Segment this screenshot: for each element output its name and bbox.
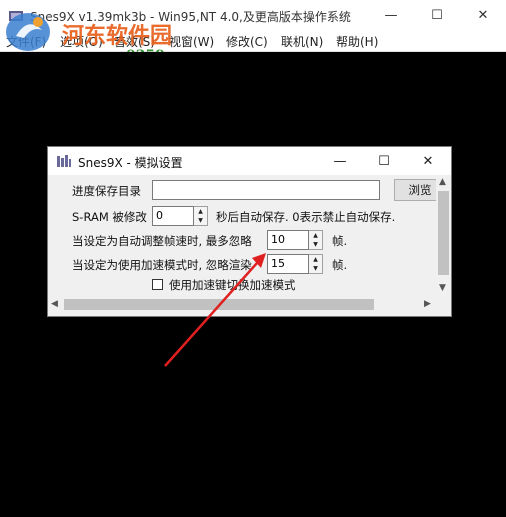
horizontal-scroll-thumb[interactable] — [64, 299, 374, 310]
dialog-app-icon — [57, 155, 71, 167]
spin-down-icon[interactable]: ▼ — [309, 240, 322, 249]
turbo-toggle-label: 使用加速键切换加速模式 — [169, 278, 296, 292]
menu-help[interactable]: 帮助(H) — [336, 33, 378, 50]
maximize-button[interactable]: ☐ — [414, 0, 460, 31]
dialog-minimize-button[interactable]: — — [318, 147, 362, 175]
scroll-left-icon[interactable]: ◀ — [51, 299, 58, 309]
minimize-button[interactable]: — — [368, 0, 414, 31]
turbo-skip-label: 当设定为使用加速模式时, 忽略渲染 — [72, 258, 252, 272]
turbo-skip-spin-buttons[interactable]: ▲ ▼ — [309, 254, 323, 274]
emulation-settings-dialog: Snes9X - 模拟设置 — ☐ ✕ 进度保存目录 浏览 S-RAM 被修改 … — [47, 146, 452, 317]
sram-suffix: 秒后自动保存. 0表示禁止自动保存. — [216, 210, 396, 224]
spin-down-icon[interactable]: ▼ — [309, 264, 322, 273]
vertical-scroll-thumb[interactable] — [438, 191, 449, 275]
spin-down-icon[interactable]: ▼ — [194, 216, 207, 225]
close-button[interactable]: ✕ — [460, 0, 506, 31]
save-dir-label: 进度保存目录 — [72, 184, 141, 198]
sram-seconds-input[interactable]: 0 — [152, 206, 194, 226]
turbo-skip-suffix: 帧. — [332, 258, 348, 272]
turbo-skip-input[interactable]: 15 — [267, 254, 309, 274]
scroll-up-icon[interactable]: ▲ — [439, 177, 446, 187]
horizontal-scrollbar[interactable]: ◀ ▶ — [48, 297, 436, 312]
auto-skip-spin-buttons[interactable]: ▲ ▼ — [309, 230, 323, 250]
dialog-title-bar[interactable]: Snes9X - 模拟设置 — ☐ ✕ — [48, 147, 451, 175]
sram-spin-buttons[interactable]: ▲ ▼ — [194, 206, 208, 226]
scroll-down-icon[interactable]: ▼ — [439, 283, 446, 293]
watermark-logo — [6, 13, 50, 51]
browse-button[interactable]: 浏览 — [394, 179, 436, 201]
dialog-body: 进度保存目录 浏览 S-RAM 被修改 0 ▲ ▼ 秒后自动保存. 0表示禁止自动… — [48, 175, 436, 295]
auto-skip-label: 当设定为自动调整帧速时, 最多忽略 — [72, 234, 252, 248]
spin-up-icon[interactable]: ▲ — [309, 231, 322, 240]
vertical-scrollbar[interactable]: ▲ ▼ — [436, 175, 451, 297]
sram-label: S-RAM 被修改 — [72, 210, 147, 224]
dialog-title: Snes9X - 模拟设置 — [78, 156, 183, 170]
menu-cheat[interactable]: 修改(C) — [226, 33, 268, 50]
main-window: Snes9X v1.39mk3b - Win95,NT 4.0,及更高版本操作系… — [0, 0, 506, 517]
auto-skip-suffix: 帧. — [332, 234, 348, 248]
dialog-close-button[interactable]: ✕ — [406, 147, 450, 175]
watermark-text: 河东软件园 — [62, 23, 173, 49]
spin-up-icon[interactable]: ▲ — [309, 255, 322, 264]
turbo-toggle-checkbox[interactable] — [152, 279, 163, 290]
spin-up-icon[interactable]: ▲ — [194, 207, 207, 216]
save-dir-input[interactable] — [152, 180, 380, 200]
auto-skip-input[interactable]: 10 — [267, 230, 309, 250]
scroll-right-icon[interactable]: ▶ — [424, 299, 431, 309]
dialog-maximize-button[interactable]: ☐ — [362, 147, 406, 175]
menu-netplay[interactable]: 联机(N) — [281, 33, 323, 50]
